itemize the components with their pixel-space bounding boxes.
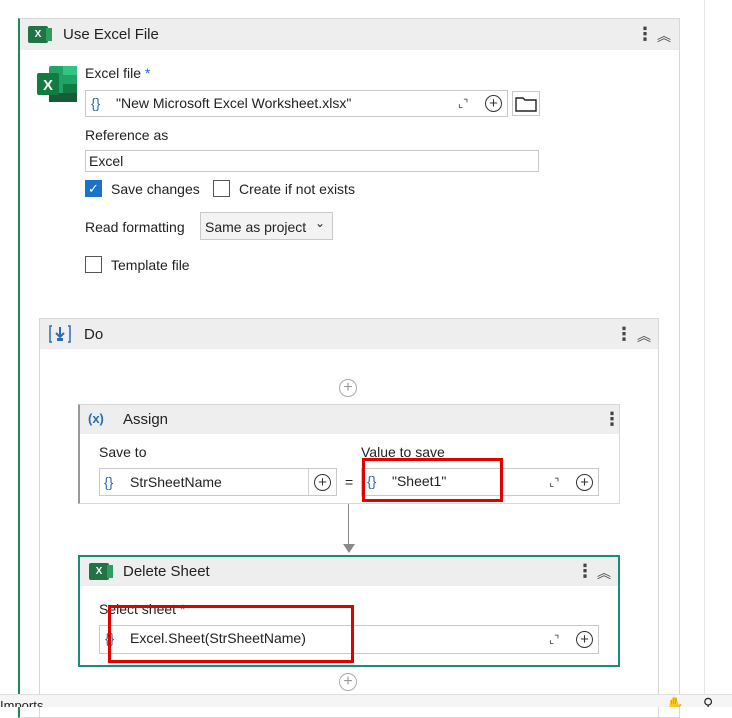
field-divider — [308, 469, 309, 495]
reference-as-input[interactable] — [85, 150, 539, 172]
imports-tab[interactable]: Imports — [0, 698, 43, 707]
add-plus-icon[interactable]: + — [576, 474, 593, 491]
kebab-menu-icon[interactable]: ⋮ — [636, 25, 654, 43]
kebab-menu-icon[interactable]: ⋮ — [615, 325, 633, 343]
designer-bottom-bar: Imports ✋ ⚲ — [0, 694, 732, 707]
read-formatting-label: Read formatting — [85, 219, 185, 235]
sequence-icon — [49, 324, 71, 344]
add-plus-icon[interactable]: + — [576, 631, 593, 648]
add-plus-icon[interactable]: + — [314, 474, 331, 491]
excel-file-logo-icon: X — [37, 66, 79, 104]
required-mark: * — [144, 65, 151, 81]
kebab-menu-icon[interactable]: ⋮ — [603, 410, 621, 428]
create-if-not-exists-label: Create if not exists — [239, 181, 355, 197]
highlight-box — [362, 458, 503, 502]
excel-file-path-value: "New Microsoft Excel Worksheet.xlsx" — [116, 95, 352, 111]
add-plus-icon[interactable]: + — [485, 95, 502, 112]
reference-as-label: Reference as — [85, 127, 169, 143]
assign-title: Assign — [123, 411, 169, 428]
do-sequence-header[interactable] — [40, 319, 658, 349]
panel-divider — [704, 0, 705, 707]
arrow-down-icon — [343, 544, 355, 553]
excel-file-label: Excel file * — [85, 65, 151, 81]
chevron-down-icon: ⌄ — [315, 216, 326, 230]
add-activity-plus-icon[interactable]: + — [339, 379, 357, 397]
excel-icon: X — [89, 563, 113, 580]
svg-text:X: X — [43, 77, 53, 94]
connector-line — [348, 504, 349, 546]
expand-editor-icon[interactable]: ⌞⌝ — [549, 633, 559, 646]
read-formatting-value: Same as project — [205, 219, 307, 235]
folder-icon — [515, 97, 537, 112]
highlight-box — [108, 605, 354, 663]
save-to-value: StrSheetName — [130, 474, 222, 490]
add-activity-plus-icon[interactable]: + — [339, 673, 357, 691]
use-excel-file-title: Use Excel File — [63, 26, 159, 43]
browse-folder-button[interactable] — [512, 91, 540, 116]
reference-as-value: Excel — [89, 153, 124, 169]
collapse-icon[interactable]: ︽ — [657, 26, 671, 46]
delete-sheet-title: Delete Sheet — [123, 563, 210, 580]
template-file-label: Template file — [111, 257, 190, 273]
expression-braces-icon[interactable]: {} — [91, 95, 100, 111]
expression-braces-icon[interactable]: {} — [104, 474, 113, 490]
variable-x-icon: (x) — [88, 411, 104, 426]
save-to-label: Save to — [99, 444, 147, 460]
read-formatting-dropdown[interactable]: Same as project ⌄ — [200, 212, 333, 240]
expand-editor-icon[interactable]: ⌞⌝ — [458, 97, 468, 110]
save-changes-checkbox[interactable]: ✓ — [85, 180, 102, 197]
expand-editor-icon[interactable]: ⌞⌝ — [549, 476, 559, 489]
pan-hand-icon[interactable]: ✋ — [666, 696, 683, 707]
create-if-not-exists-checkbox[interactable] — [213, 180, 230, 197]
excel-icon: X — [28, 26, 52, 43]
collapse-icon[interactable]: ︽ — [597, 563, 611, 583]
kebab-menu-icon[interactable]: ⋮ — [576, 562, 594, 580]
template-file-checkbox[interactable] — [85, 256, 102, 273]
collapse-icon[interactable]: ︽ — [637, 326, 651, 346]
zoom-icon[interactable]: ⚲ — [703, 695, 713, 707]
save-changes-label: Save changes — [111, 181, 200, 197]
do-title: Do — [84, 326, 104, 343]
equals-sign: = — [345, 474, 354, 490]
